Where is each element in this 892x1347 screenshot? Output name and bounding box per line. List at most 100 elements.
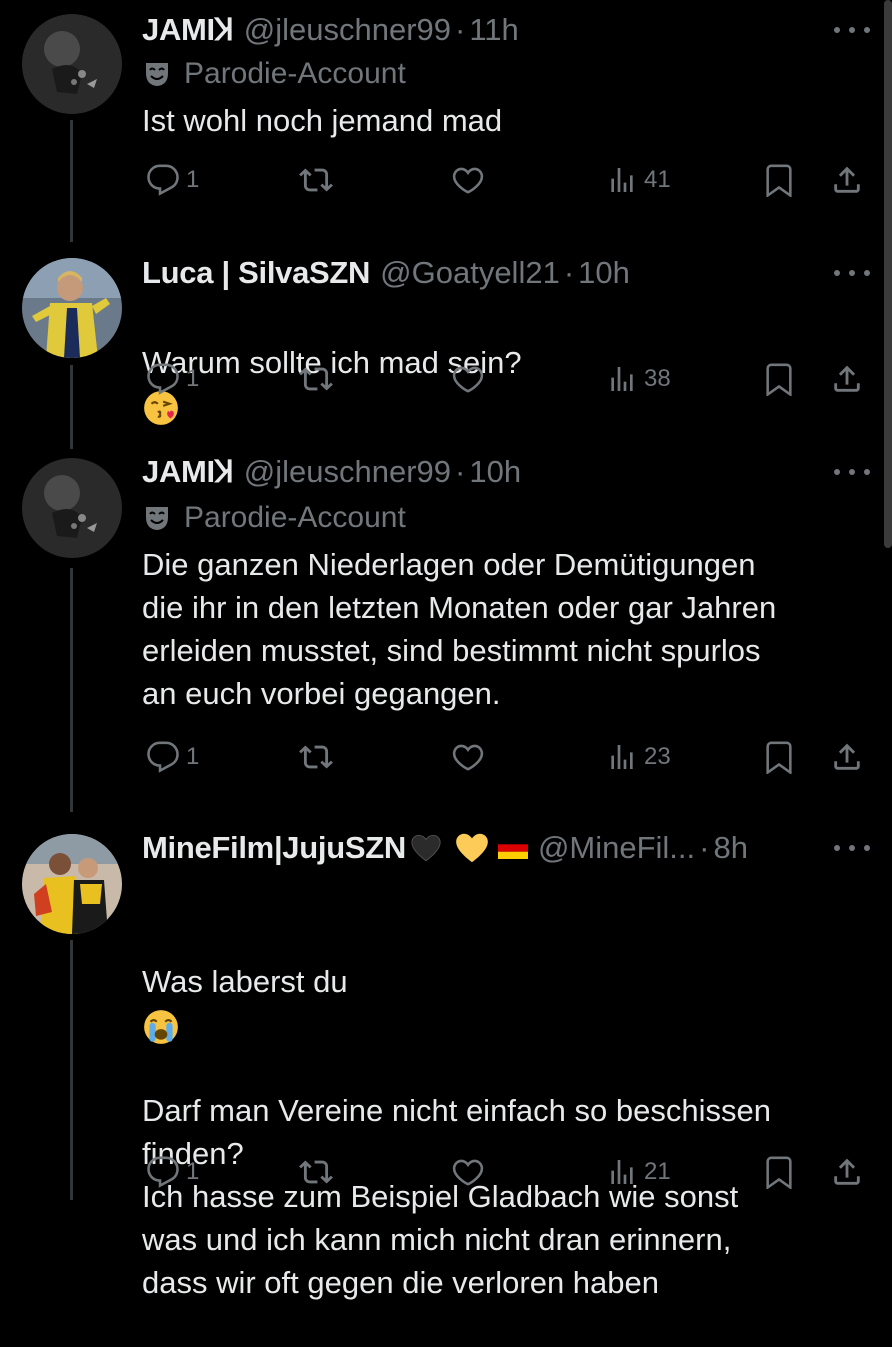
bookmark-icon: [766, 164, 792, 197]
reply-icon: [147, 363, 179, 395]
bookmark-button[interactable]: [762, 158, 796, 202]
scrollbar[interactable]: [884, 0, 892, 548]
separator-dot: ·: [455, 454, 466, 489]
display-name[interactable]: Luca | SilvaSZN: [142, 253, 370, 293]
avatar[interactable]: [22, 14, 122, 114]
action-bar: 1 21: [140, 1150, 870, 1194]
action-bar: 1 41: [140, 158, 870, 202]
like-button[interactable]: [450, 357, 486, 401]
separator-dot: ·: [699, 830, 710, 865]
parody-label: Parodie-Account: [184, 501, 406, 534]
retweet-button[interactable]: [298, 735, 334, 779]
share-button[interactable]: [830, 735, 864, 779]
handle[interactable]: @jleuschner99: [244, 10, 451, 50]
bookmark-button[interactable]: [762, 735, 796, 779]
reply-button[interactable]: 1: [146, 735, 199, 779]
views-button[interactable]: 38: [606, 357, 671, 401]
more-options-icon[interactable]: [834, 20, 870, 40]
timestamp[interactable]: 8h: [713, 828, 747, 868]
tweet-text-line: Was laberst du: [142, 917, 852, 1046]
parody-label: Parodie-Account: [184, 57, 406, 90]
reply-count: 1: [186, 1158, 200, 1185]
views-button[interactable]: 23: [606, 735, 671, 779]
retweet-icon: [299, 168, 333, 192]
reply-icon: [147, 164, 179, 196]
thread-line: [70, 940, 73, 1200]
tweet-header: Luca | SilvaSZN @Goatyell21 · 10h: [142, 253, 832, 293]
action-bar: 1 38: [140, 357, 870, 401]
view-count: 21: [644, 1158, 671, 1185]
analytics-icon: [611, 745, 633, 769]
view-count: 23: [644, 743, 671, 770]
retweet-button[interactable]: [298, 357, 334, 401]
heart-icon: [452, 366, 484, 393]
timestamp[interactable]: 10h: [469, 452, 521, 492]
bookmark-icon: [766, 363, 792, 396]
retweet-button[interactable]: [298, 158, 334, 202]
display-name[interactable]: JAMIꞰ: [142, 10, 234, 50]
avatar[interactable]: [22, 834, 122, 934]
reply-count: 1: [186, 166, 200, 193]
retweet-icon: [299, 367, 333, 391]
thread-line: [70, 120, 73, 242]
flag-germany-icon: [497, 837, 528, 859]
tweet-text-content: Was laberst du: [142, 964, 348, 999]
parody-badge: Parodie-Account: [142, 54, 406, 94]
separator-dot: ·: [455, 12, 466, 47]
heart-icon: [452, 1159, 484, 1186]
share-icon: [834, 166, 860, 193]
handle[interactable]: @Goatyell21: [380, 253, 560, 293]
reply-count: 1: [186, 743, 200, 770]
reply-icon: [147, 741, 179, 773]
display-name[interactable]: MineFilm|JujuSZN: [142, 828, 406, 868]
thread-line: [70, 568, 73, 812]
avatar[interactable]: [22, 258, 122, 358]
tweet-header: JAMIꞰ @jleuschner99 · 11h: [142, 10, 832, 50]
display-name[interactable]: JAMIꞰ: [142, 452, 234, 492]
like-button[interactable]: [450, 1150, 486, 1194]
reply-count: 1: [186, 365, 200, 392]
more-options-icon[interactable]: [834, 462, 870, 482]
timestamp[interactable]: 10h: [578, 253, 630, 293]
thread-line: [70, 365, 73, 449]
like-button[interactable]: [450, 735, 486, 779]
action-bar: 1 23: [140, 735, 870, 779]
analytics-icon: [611, 367, 633, 391]
retweet-icon: [299, 745, 333, 769]
reply-button[interactable]: 1: [146, 158, 199, 202]
analytics-icon: [611, 1160, 633, 1184]
like-button[interactable]: [450, 158, 486, 202]
tweet-header: JAMIꞰ @jleuschner99 · 10h: [142, 452, 832, 492]
reply-button[interactable]: 1: [146, 1150, 199, 1194]
view-count: 38: [644, 365, 671, 392]
more-options-icon[interactable]: [834, 263, 870, 283]
tweet-header: MineFilm|JujuSZN @MineFil... · 8h: [142, 828, 832, 868]
reply-button[interactable]: 1: [146, 357, 199, 401]
avatar[interactable]: [22, 458, 122, 558]
theater-mask-icon: [146, 507, 168, 530]
heart-icon: [452, 167, 484, 194]
bookmark-button[interactable]: [762, 1150, 796, 1194]
share-icon: [834, 743, 860, 770]
tweet-text: Was laberst du Darf man Vereine nicht ei…: [142, 874, 852, 1347]
bookmark-icon: [766, 741, 792, 774]
heart-icon: [452, 744, 484, 771]
views-button[interactable]: 21: [606, 1150, 671, 1194]
views-button[interactable]: 41: [606, 158, 671, 202]
tweet-text-rest: Darf man Vereine nicht einfach so beschi…: [142, 1093, 771, 1300]
more-options-icon[interactable]: [834, 838, 870, 858]
view-count: 41: [644, 166, 671, 193]
share-icon: [834, 1158, 860, 1185]
reply-icon: [147, 1156, 179, 1188]
share-button[interactable]: [830, 158, 864, 202]
retweet-button[interactable]: [298, 1150, 334, 1194]
handle[interactable]: @jleuschner99: [244, 452, 451, 492]
handle[interactable]: @MineFil...: [538, 828, 695, 868]
share-icon: [834, 365, 860, 392]
bookmark-button[interactable]: [762, 357, 796, 401]
share-button[interactable]: [830, 357, 864, 401]
timestamp[interactable]: 11h: [469, 10, 518, 50]
yellow-heart-icon: [456, 833, 488, 863]
tweet-text: Die ganzen Niederlagen oder Demütigungen…: [142, 547, 777, 711]
share-button[interactable]: [830, 1150, 864, 1194]
